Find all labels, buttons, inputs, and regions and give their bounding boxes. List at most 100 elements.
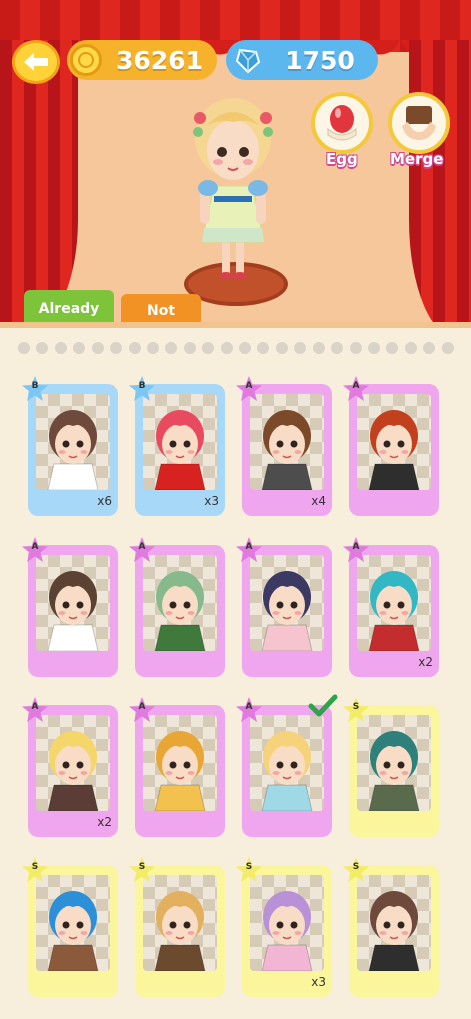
card-portrait (357, 875, 431, 971)
grade-star-icon: A (128, 536, 156, 564)
grade-star-icon: A (342, 536, 370, 564)
coin-value: 36261 (116, 45, 203, 75)
grade-label: A (245, 702, 253, 712)
character-card[interactable]: Bx6 (22, 376, 118, 516)
card-count: x6 (97, 494, 112, 508)
grade-label: B (31, 381, 39, 391)
egg-icon (327, 105, 357, 141)
divider-dot (73, 342, 86, 354)
grade-label: A (31, 542, 39, 552)
card-count: x4 (311, 494, 326, 508)
card-portrait (36, 715, 110, 811)
grade-label: S (245, 862, 253, 872)
character-card[interactable]: Sx3 (236, 857, 332, 997)
grade-star-icon: A (235, 696, 263, 724)
divider-dot (110, 342, 123, 354)
character-card[interactable]: A (236, 694, 338, 837)
card-portrait (357, 394, 431, 490)
character-card[interactable]: Ax2 (343, 537, 439, 677)
card-portrait (36, 555, 110, 651)
character-card[interactable]: S (343, 857, 439, 997)
card-portrait (250, 715, 324, 811)
grade-star-icon: S (128, 856, 156, 884)
grade-label: S (352, 862, 360, 872)
gem-icon (234, 46, 262, 74)
grade-star-icon: S (235, 856, 263, 884)
divider-dot (294, 342, 307, 354)
card-count: x3 (311, 975, 326, 989)
card-portrait (357, 555, 431, 651)
divider-dot (128, 342, 141, 354)
character-card[interactable]: Bx3 (129, 376, 225, 516)
character-card[interactable]: A (236, 537, 332, 677)
character-card[interactable]: A (22, 537, 118, 677)
card-portrait (250, 875, 324, 971)
divider-dot (404, 342, 417, 354)
character-card[interactable]: A (343, 376, 439, 516)
arrow-left-icon (24, 53, 48, 71)
character-card[interactable]: A (129, 537, 225, 677)
merge-button[interactable] (388, 92, 450, 154)
grade-label: A (352, 542, 360, 552)
card-portrait (36, 394, 110, 490)
grade-star-icon: B (128, 375, 156, 403)
egg-button[interactable] (311, 92, 373, 154)
checkmark-icon (308, 693, 338, 719)
divider-dot (441, 342, 454, 354)
divider-dot (386, 342, 399, 354)
divider-dot (312, 342, 325, 354)
divider-dot (257, 342, 270, 354)
grade-star-icon: A (235, 375, 263, 403)
character-card[interactable]: Ax2 (22, 697, 118, 837)
grade-star-icon: A (128, 696, 156, 724)
card-portrait (143, 555, 217, 651)
card-portrait (250, 555, 324, 651)
card-count: x3 (204, 494, 219, 508)
grade-star-icon: A (342, 375, 370, 403)
grade-label: A (352, 381, 360, 391)
divider-dot (423, 342, 436, 354)
divider-dot (331, 342, 344, 354)
grade-label: S (31, 862, 39, 872)
selected-doll (193, 98, 273, 280)
character-card[interactable]: S (129, 857, 225, 997)
divider-dot (239, 342, 252, 354)
grade-label: A (245, 381, 253, 391)
back-button[interactable] (12, 40, 60, 84)
egg-label: Egg (326, 150, 358, 168)
divider-dot (91, 342, 104, 354)
grade-star-icon: S (342, 856, 370, 884)
character-card[interactable]: A (129, 697, 225, 837)
card-count: x2 (418, 655, 433, 669)
grade-label: A (138, 542, 146, 552)
divider-dot (54, 342, 67, 354)
gem-value: 1750 (285, 45, 355, 75)
divider-dot (18, 342, 30, 354)
character-card[interactable]: S (343, 697, 439, 837)
grade-label: A (138, 702, 146, 712)
card-portrait (143, 875, 217, 971)
grade-star-icon: S (342, 696, 370, 724)
divider-dot (368, 342, 381, 354)
coin-counter: 36261 (67, 40, 217, 80)
divider-dots (18, 338, 454, 358)
divider-dot (165, 342, 178, 354)
gem-counter: 1750 (226, 40, 378, 80)
grade-label: A (245, 542, 253, 552)
divider-dot (202, 342, 215, 354)
divider-dot (146, 342, 159, 354)
card-count: x2 (97, 815, 112, 829)
grade-star-icon: A (21, 696, 49, 724)
card-portrait (143, 394, 217, 490)
grade-label: S (138, 862, 146, 872)
grade-star-icon: A (235, 536, 263, 564)
character-card[interactable]: S (22, 857, 118, 997)
merge-label: Merge (390, 150, 444, 168)
character-card[interactable]: Ax4 (236, 376, 332, 516)
coin-icon (70, 44, 102, 76)
grade-label: B (138, 381, 146, 391)
divider-dot (275, 342, 288, 354)
merge-hands-icon (402, 106, 436, 140)
card-portrait (36, 875, 110, 971)
divider-dot (183, 342, 196, 354)
